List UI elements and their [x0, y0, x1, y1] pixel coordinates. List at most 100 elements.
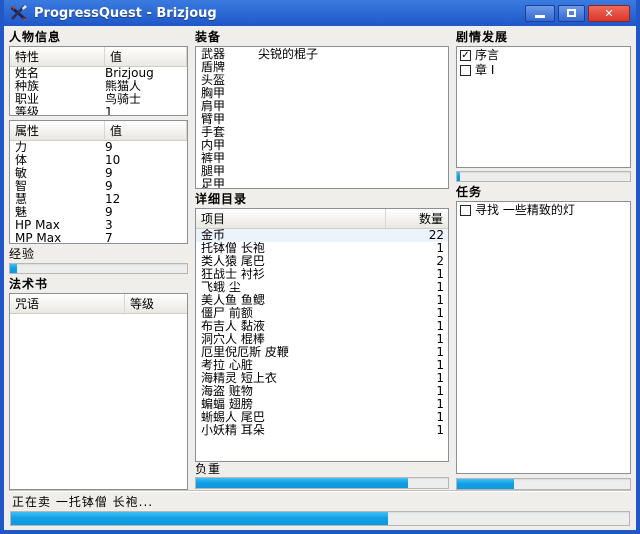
stat-row-value: 9 [105, 167, 187, 180]
plot-item-label: 章 I [475, 64, 494, 77]
quest-list-body: 寻找 一些精致的灯 [457, 202, 630, 217]
app-window: ProgressQuest - Brizjoug ✕ 人物信息 特性 值 姓名B… [0, 0, 640, 534]
quest-progressbar [456, 478, 631, 490]
inventory-item-name: 蝙蝠 翅膀 [196, 398, 386, 411]
equipment-row-value [258, 178, 448, 188]
equipment-row-label: 盾牌 [196, 61, 258, 74]
stats-table-header[interactable]: 属性 值 [10, 121, 187, 141]
equipment-row: 头盔 [196, 74, 448, 87]
trait-row-value: 鸟骑士 [105, 93, 187, 106]
character-panel: 人物信息 特性 值 姓名Brizjoug种族熊猫人职业鸟骑士等级1 属性 值 力… [9, 29, 188, 490]
inventory-row[interactable]: 洞穴人 棍棒1 [196, 333, 448, 346]
spellbook-table-header[interactable]: 咒语 等级 [10, 294, 187, 314]
minimize-icon [535, 15, 545, 18]
inventory-row[interactable]: 类人猿 尾巴2 [196, 255, 448, 268]
stat-row-label: HP Max [10, 219, 105, 232]
inventory-item-name: 蜥蜴人 尾巴 [196, 411, 386, 424]
inventory-item-name: 海盗 赃物 [196, 385, 386, 398]
experience-label: 经验 [9, 247, 188, 262]
inventory-row[interactable]: 狂战士 衬衫1 [196, 268, 448, 281]
inventory-item-name: 考拉 心脏 [196, 359, 386, 372]
inventory-row[interactable]: 金币22 [196, 229, 448, 242]
inventory-row[interactable]: 蜥蜴人 尾巴1 [196, 411, 448, 424]
minimize-button[interactable] [525, 5, 555, 22]
stats-col-stat[interactable]: 属性 [10, 121, 105, 140]
trait-row-value: 熊猫人 [105, 80, 187, 93]
inventory-row[interactable]: 托钵僧 长袍1 [196, 242, 448, 255]
equipment-row-value: 尖锐的棍子 [258, 48, 448, 61]
trait-row-label: 种族 [10, 80, 105, 93]
inventory-row[interactable]: 小妖精 耳朵1 [196, 424, 448, 437]
traits-col-value[interactable]: 值 [105, 47, 187, 66]
inventory-row[interactable]: 海盗 赃物1 [196, 385, 448, 398]
traits-table-header[interactable]: 特性 值 [10, 47, 187, 67]
trait-row-label: 等级 [10, 106, 105, 115]
inventory-row[interactable]: 蝙蝠 翅膀1 [196, 398, 448, 411]
equipment-row-value [258, 152, 448, 165]
inventory-row[interactable]: 厄里倪厄斯 皮鞭1 [196, 346, 448, 359]
spellbook-table-body [10, 314, 187, 489]
inventory-item-name: 美人鱼 鱼鳃 [196, 294, 386, 307]
inventory-item-qty: 1 [386, 242, 448, 255]
app-icon [10, 4, 28, 22]
stat-row-label: 敏 [10, 167, 105, 180]
equipment-row: 臂甲 [196, 113, 448, 126]
inventory-row[interactable]: 海精灵 短上衣1 [196, 372, 448, 385]
task-progress-fill [11, 512, 388, 525]
equipment-row-value [258, 87, 448, 100]
plot-progressbar [456, 171, 631, 182]
inventory-item-name: 厄里倪厄斯 皮鞭 [196, 346, 386, 359]
inventory-col-item[interactable]: 项目 [196, 209, 386, 228]
quest-item[interactable]: 寻找 一些精致的灯 [457, 202, 630, 217]
stats-table-body: 力9体10敏9智9慧12魅9HP Max3MP Max7 [10, 141, 187, 243]
experience-progress-fill [10, 264, 17, 273]
inventory-row[interactable]: 飞蛾 尘1 [196, 281, 448, 294]
equipment-row: 足甲 [196, 178, 448, 188]
maximize-button[interactable] [558, 5, 585, 22]
inventory-item-qty: 1 [386, 398, 448, 411]
equipment-row: 裤甲 [196, 152, 448, 165]
equipment-header: 装备 [195, 29, 449, 46]
inventory-row[interactable]: 僵尸 前额1 [196, 307, 448, 320]
stats-col-value[interactable]: 值 [105, 121, 187, 140]
experience-progressbar [9, 263, 188, 274]
inventory-item-qty: 22 [386, 229, 448, 242]
stat-row: 力9 [10, 141, 187, 154]
spellbook-col-spell[interactable]: 咒语 [10, 294, 125, 313]
status-bar: 正在卖 一托钵僧 长袍... [9, 490, 631, 510]
inventory-row[interactable]: 美人鱼 鱼鳃1 [196, 294, 448, 307]
equipment-row-label: 手套 [196, 126, 258, 139]
spellbook-col-level[interactable]: 等级 [125, 294, 187, 313]
traits-col-trait[interactable]: 特性 [10, 47, 105, 66]
trait-row-value: 1 [105, 106, 187, 115]
equipment-row: 腿甲 [196, 165, 448, 178]
stat-row-value: 10 [105, 154, 187, 167]
checked-checkbox-icon: ✓ [460, 50, 471, 61]
close-button[interactable]: ✕ [588, 5, 630, 22]
inventory-col-qty[interactable]: 数量 [386, 209, 448, 228]
stat-row: 体10 [10, 154, 187, 167]
stat-row-value: 12 [105, 193, 187, 206]
plot-item[interactable]: 章 I [457, 62, 630, 77]
inventory-item-qty: 1 [386, 294, 448, 307]
inventory-row[interactable]: 考拉 心脏1 [196, 359, 448, 372]
inventory-item-name: 托钵僧 长袍 [196, 242, 386, 255]
inventory-row[interactable]: 布吉人 黏液1 [196, 320, 448, 333]
trait-row-label: 职业 [10, 93, 105, 106]
inventory-item-qty: 1 [386, 346, 448, 359]
trait-row: 等级1 [10, 106, 187, 115]
inventory-item-name: 海精灵 短上衣 [196, 372, 386, 385]
equipment-row: 盾牌 [196, 61, 448, 74]
stat-row-value: 7 [105, 232, 187, 243]
plot-item[interactable]: ✓序言 [457, 47, 630, 62]
inventory-item-qty: 1 [386, 281, 448, 294]
inventory-table-header[interactable]: 项目 数量 [196, 209, 448, 229]
inventory-item-name: 金币 [196, 229, 386, 242]
inventory-item-name: 狂战士 衬衫 [196, 268, 386, 281]
stat-row-value: 9 [105, 141, 187, 154]
stat-row-value: 3 [105, 219, 187, 232]
equipment-row-label: 足甲 [196, 178, 258, 188]
plot-progress-fill [457, 172, 460, 181]
stat-row-value: 9 [105, 180, 187, 193]
title-bar[interactable]: ProgressQuest - Brizjoug ✕ [4, 0, 636, 26]
